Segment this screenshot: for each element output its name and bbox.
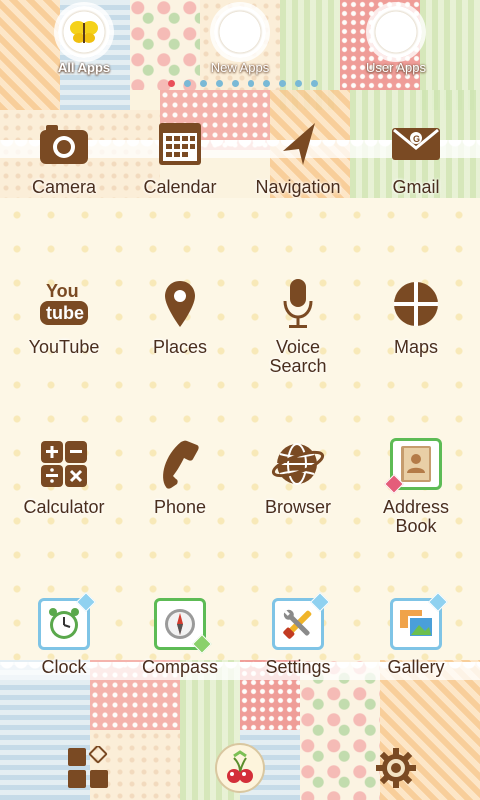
home-button[interactable] (214, 742, 266, 794)
calculator-icon (36, 436, 92, 492)
app-calendar[interactable]: Calendar (120, 116, 240, 197)
navigation-arrow-icon (270, 116, 326, 172)
app-label: YouTube (28, 337, 100, 357)
app-label: Address Book (382, 497, 450, 536)
clock-frame (38, 592, 96, 650)
tab-label: New Apps (210, 60, 270, 75)
app-label: Navigation (255, 177, 341, 197)
photos-icon (388, 592, 448, 652)
settings-frame (272, 592, 330, 650)
settings-dock-button[interactable] (370, 742, 422, 794)
app-settings[interactable]: Settings (238, 592, 358, 677)
doily-icon (214, 6, 266, 58)
page-dot (199, 80, 207, 87)
calendar-icon (152, 116, 208, 172)
app-label: Clock (41, 657, 87, 677)
page-dot (311, 80, 319, 87)
youtube-you-text: You (46, 281, 79, 301)
app-compass[interactable]: Compass (120, 596, 240, 677)
app-calculator[interactable]: Calculator (4, 436, 124, 517)
gear-icon (376, 748, 416, 788)
microphone-icon (270, 276, 326, 332)
doily-icon (370, 6, 422, 58)
app-maps[interactable]: Maps (356, 276, 476, 357)
butterfly-icon (58, 6, 110, 58)
page-dot (231, 80, 239, 87)
gallery-frame (390, 592, 448, 650)
gmail-envelope-icon: G (388, 116, 444, 172)
address-book-icon (384, 436, 444, 494)
alarm-clock-icon (36, 592, 96, 652)
tab-all-apps[interactable]: All Apps (24, 6, 144, 80)
app-youtube[interactable]: You tube YouTube (4, 276, 124, 357)
app-label: Voice Search (269, 337, 327, 376)
cherry-home-icon (215, 743, 265, 793)
app-label: Compass (141, 657, 219, 677)
app-label: Places (152, 337, 208, 357)
app-camera[interactable]: Camera (4, 116, 124, 197)
app-address-book[interactable]: Address Book (356, 436, 476, 536)
youtube-icon: You tube (36, 276, 92, 332)
map-icon (388, 276, 444, 332)
page-dot (215, 80, 223, 87)
app-label: Maps (393, 337, 438, 357)
app-tabs: All Apps New Apps User Apps (0, 0, 480, 90)
app-label: Calculator (23, 497, 105, 517)
address-book-frame (384, 438, 442, 494)
compass-icon (152, 596, 212, 654)
app-label: Gallery (387, 657, 445, 677)
svg-text:G: G (413, 134, 420, 144)
page-indicator (168, 80, 319, 90)
page-dot (183, 80, 191, 87)
app-label: Settings (265, 657, 331, 677)
app-voice-search[interactable]: Voice Search (238, 276, 358, 376)
app-gmail[interactable]: G Gmail (356, 116, 476, 197)
youtube-tube-text: tube (46, 303, 84, 323)
globe-icon (270, 436, 326, 492)
tab-label: All Apps (57, 60, 111, 75)
app-label: Gmail (392, 177, 440, 197)
phone-handset-icon (152, 436, 208, 492)
app-clock[interactable]: Clock (4, 592, 124, 677)
tools-icon (270, 592, 330, 652)
tab-new-apps[interactable]: New Apps (180, 6, 300, 80)
page-dot (279, 80, 287, 87)
page-dot (247, 80, 255, 87)
page-dot (168, 80, 175, 87)
page-dot (263, 80, 271, 87)
app-drawer-grid-icon (68, 746, 108, 788)
app-places[interactable]: Places (120, 276, 240, 357)
app-drawer-button[interactable] (62, 742, 114, 794)
app-label: Phone (153, 497, 207, 517)
tab-user-apps[interactable]: User Apps (336, 6, 456, 80)
map-pin-icon (152, 276, 208, 332)
tab-label: User Apps (366, 60, 426, 75)
app-navigation[interactable]: Navigation (238, 116, 358, 197)
app-gallery[interactable]: Gallery (356, 592, 476, 677)
app-label: Calendar (143, 177, 217, 197)
page-dot (295, 80, 303, 87)
app-browser[interactable]: Browser (238, 436, 358, 517)
camera-icon (36, 116, 92, 172)
app-label: Camera (31, 177, 97, 197)
compass-frame (154, 598, 212, 654)
app-label: Browser (264, 497, 331, 517)
app-phone[interactable]: Phone (120, 436, 240, 517)
